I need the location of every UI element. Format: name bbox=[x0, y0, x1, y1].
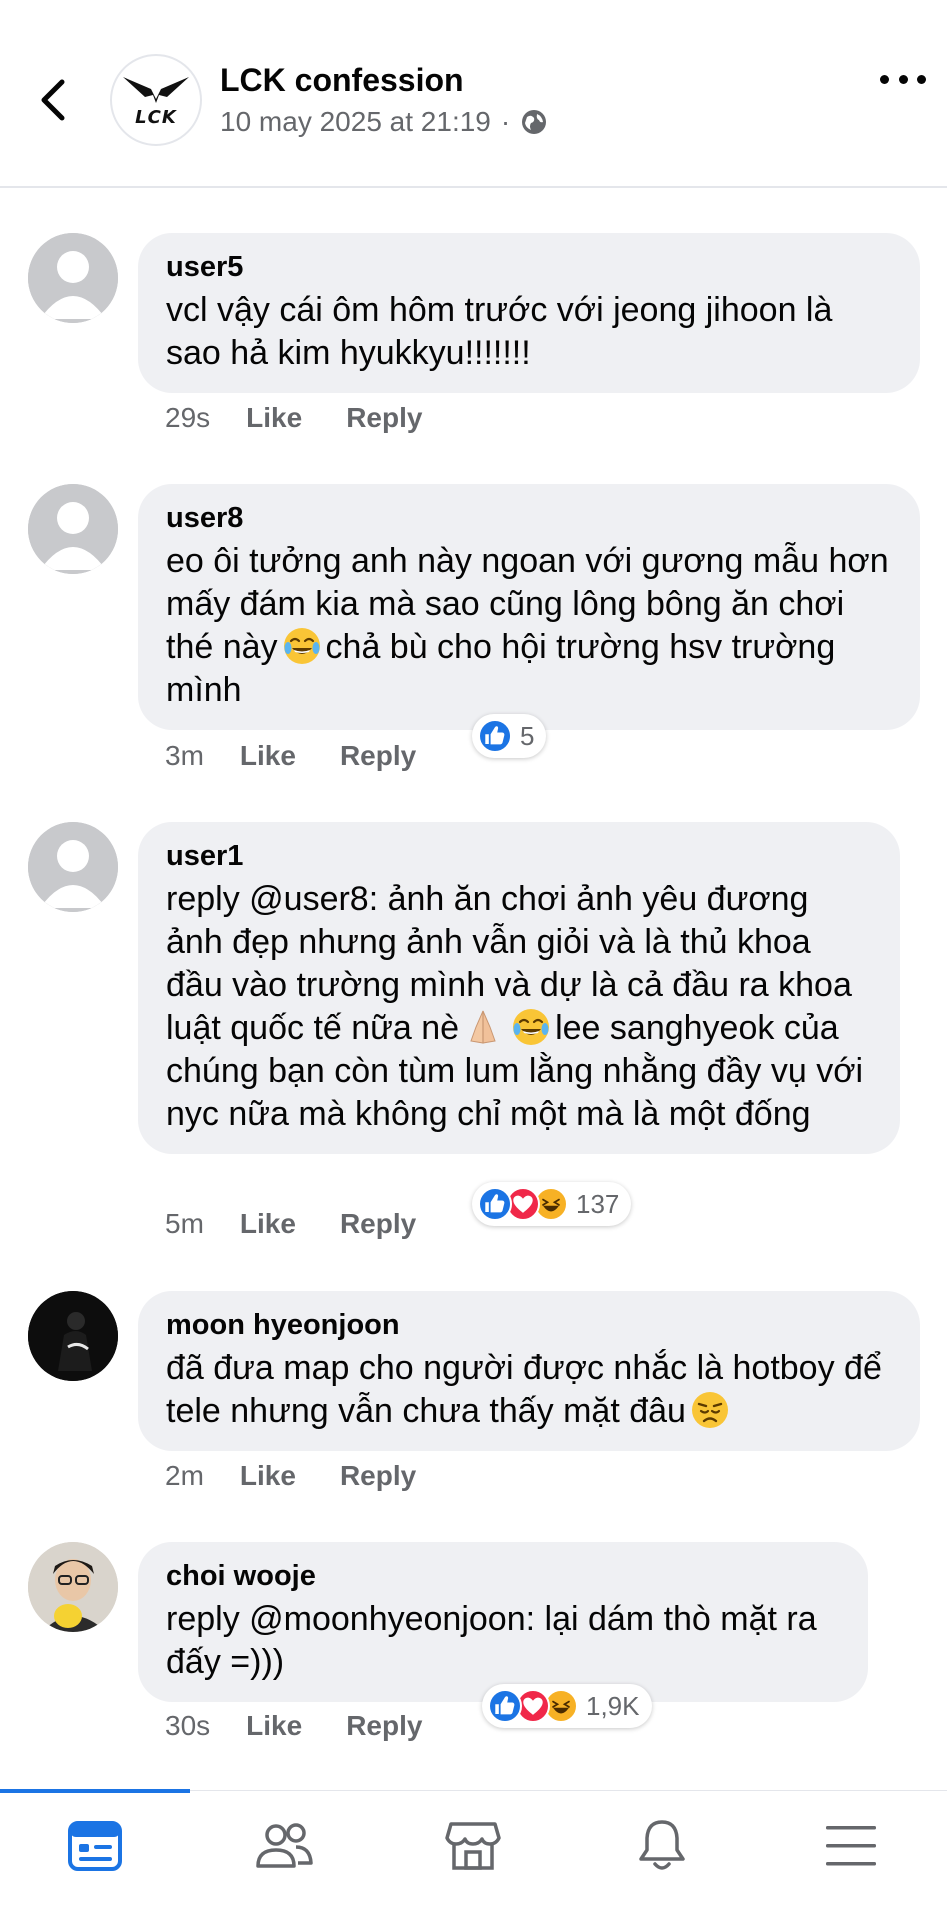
comment-author[interactable]: choi wooje bbox=[166, 1558, 840, 1594]
comment-time: 30s bbox=[165, 1710, 211, 1741]
tab-notifications[interactable] bbox=[567, 1791, 756, 1901]
like-button[interactable]: Like bbox=[240, 1208, 296, 1240]
like-reaction-icon bbox=[478, 719, 512, 753]
post-header: LCK LCK confession 10 may 2025 at 21:19 … bbox=[0, 0, 947, 188]
comment-author[interactable]: user8 bbox=[166, 500, 892, 536]
page-name[interactable]: LCK confession bbox=[220, 62, 464, 99]
like-reaction-icon bbox=[488, 1689, 522, 1723]
tab-menu[interactable] bbox=[756, 1791, 945, 1901]
comment-actions: 30s Like Reply bbox=[165, 1710, 466, 1742]
comment-text: reply @user8: ảnh ăn chơi ảnh yêu đương … bbox=[166, 878, 872, 1136]
marketplace-icon bbox=[444, 1822, 501, 1870]
comment-bubble[interactable]: user8 eo ôi tưởng anh này ngoan với gươn… bbox=[138, 484, 920, 730]
comment-time: 3m bbox=[165, 740, 204, 771]
default-avatar-icon bbox=[28, 822, 118, 912]
comment-actions: 29s Like Reply bbox=[165, 402, 466, 434]
default-avatar-icon bbox=[28, 484, 118, 574]
reaction-summary[interactable]: 1,9K bbox=[482, 1684, 652, 1728]
tab-friends[interactable] bbox=[189, 1791, 378, 1901]
comment-time: 29s bbox=[165, 402, 211, 433]
tab-marketplace[interactable] bbox=[378, 1791, 567, 1901]
comment-bubble[interactable]: user5 vcl vậy cái ôm hôm trước với jeong… bbox=[138, 233, 920, 393]
like-button[interactable]: Like bbox=[240, 740, 296, 772]
comment-author[interactable]: moon hyeonjoon bbox=[166, 1307, 892, 1343]
page-avatar[interactable]: LCK bbox=[110, 54, 202, 146]
reaction-count: 5 bbox=[520, 720, 535, 751]
tab-feed[interactable] bbox=[0, 1791, 189, 1901]
reaction-count: 1,9K bbox=[586, 1690, 640, 1721]
more-horizontal-icon-dot bbox=[880, 74, 889, 84]
globe-icon bbox=[522, 110, 547, 134]
post-timestamp: 10 may 2025 at 21:19 bbox=[220, 106, 491, 137]
logo-text: LCK bbox=[135, 106, 177, 128]
folded-hands-icon bbox=[470, 1010, 496, 1044]
comment-text: eo ôi tưởng anh này ngoan với gương mẫu … bbox=[166, 540, 892, 712]
comment-bubble[interactable]: choi wooje reply @moonhyeonjoon: lại dám… bbox=[138, 1542, 868, 1702]
comment-text-part: đã đưa map cho người được nhắc là hotboy… bbox=[166, 1349, 882, 1430]
avatar[interactable] bbox=[28, 233, 118, 323]
notifications-icon bbox=[638, 1820, 685, 1870]
back-button[interactable] bbox=[28, 70, 78, 130]
reply-button[interactable]: Reply bbox=[340, 740, 416, 772]
like-reaction-icon bbox=[478, 1187, 512, 1221]
feed-icon bbox=[67, 1821, 122, 1871]
avatar[interactable] bbox=[28, 484, 118, 574]
comment-bubble[interactable]: moon hyeonjoon đã đưa map cho người được… bbox=[138, 1291, 920, 1451]
lck-logo-icon bbox=[123, 76, 189, 103]
reply-button[interactable]: Reply bbox=[340, 1460, 416, 1492]
avatar[interactable] bbox=[28, 1291, 118, 1381]
disappointed-face-icon bbox=[691, 1392, 728, 1428]
reply-button[interactable]: Reply bbox=[346, 1710, 422, 1742]
reaction-summary[interactable]: 137 bbox=[472, 1182, 632, 1226]
face-with-tears-of-joy-icon bbox=[282, 626, 321, 666]
comment-text: đã đưa map cho người được nhắc là hotboy… bbox=[166, 1347, 892, 1433]
comment-author[interactable]: user5 bbox=[166, 249, 892, 285]
comment-time: 2m bbox=[165, 1460, 204, 1491]
like-button[interactable]: Like bbox=[240, 1460, 296, 1492]
like-button[interactable]: Like bbox=[246, 402, 302, 434]
comment-actions: 2m Like Reply bbox=[165, 1460, 460, 1492]
default-avatar-icon bbox=[28, 233, 118, 323]
meta-separator: · bbox=[500, 106, 511, 137]
avatar[interactable] bbox=[28, 822, 118, 912]
more-options-button[interactable] bbox=[880, 66, 926, 92]
comment-time: 5m bbox=[165, 1208, 204, 1239]
comment-text: reply @moonhyeonjoon: lại dám thò mặt ra… bbox=[166, 1600, 817, 1681]
comment-text: vcl vậy cái ôm hôm trước với jeong jihoo… bbox=[166, 291, 833, 372]
user-photo-icon bbox=[28, 1291, 118, 1381]
reaction-count: 137 bbox=[576, 1188, 620, 1219]
menu-icon bbox=[825, 1826, 876, 1866]
more-horizontal-icon-dot bbox=[917, 74, 926, 84]
reaction-summary[interactable]: 5 bbox=[472, 714, 547, 758]
comment-actions: 3m Like Reply bbox=[165, 740, 460, 772]
reply-button[interactable]: Reply bbox=[340, 1208, 416, 1240]
comment-bubble[interactable]: user1 reply @user8: ảnh ăn chơi ảnh yêu … bbox=[138, 822, 900, 1154]
bottom-navigation bbox=[0, 1789, 947, 1920]
face-with-tears-of-joy-icon bbox=[511, 1007, 551, 1047]
chevron-left-icon bbox=[41, 79, 65, 121]
comment-actions: 5m Like Reply bbox=[165, 1208, 460, 1240]
reply-button[interactable]: Reply bbox=[346, 402, 422, 434]
user-photo-icon bbox=[28, 1542, 118, 1632]
like-button[interactable]: Like bbox=[246, 1710, 302, 1742]
friends-icon bbox=[255, 1823, 313, 1868]
comment-author[interactable]: user1 bbox=[166, 838, 872, 874]
more-horizontal-icon-dot bbox=[898, 74, 908, 84]
post-meta: 10 may 2025 at 21:19 · bbox=[220, 106, 548, 138]
avatar[interactable] bbox=[28, 1542, 118, 1632]
